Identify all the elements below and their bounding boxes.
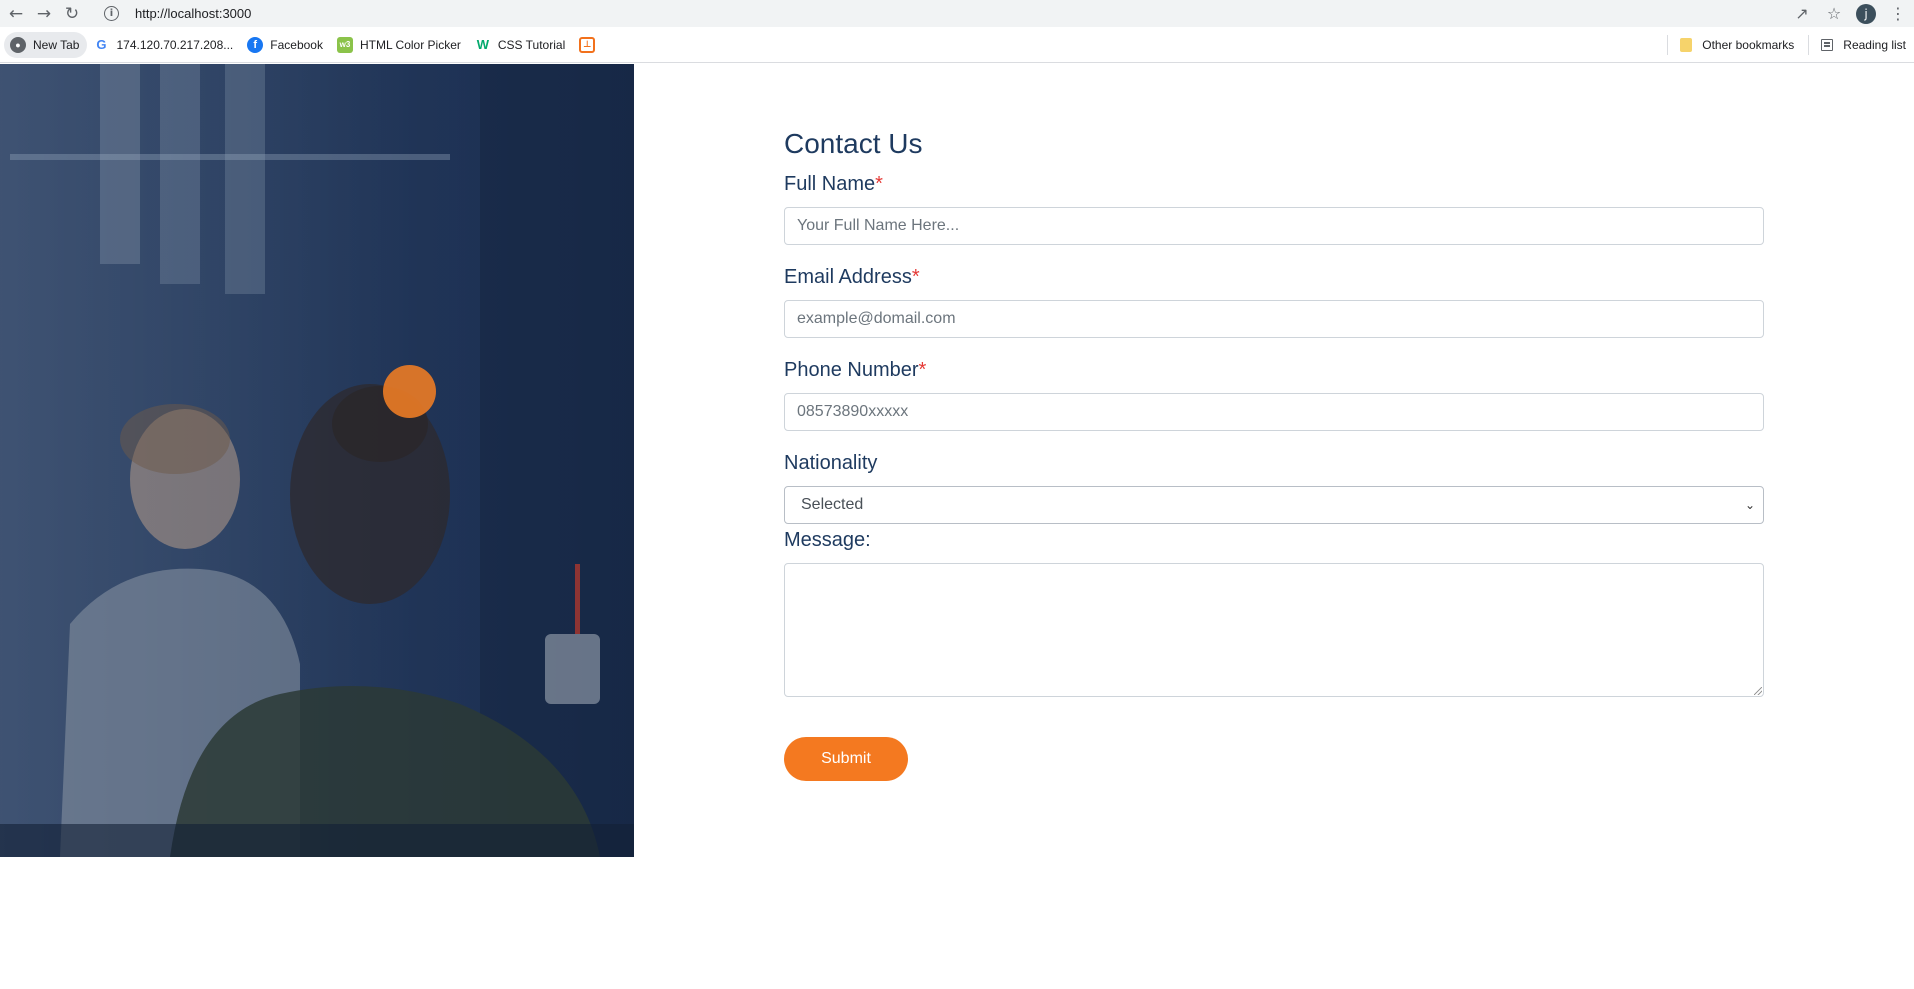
bookmark-label: Facebook xyxy=(270,37,323,52)
bookmark-label: 174.120.70.217.208... xyxy=(116,37,234,52)
share-icon[interactable]: ↗ xyxy=(1786,0,1818,27)
orange-circle-decoration xyxy=(383,365,436,418)
email-input[interactable]: example@domail.com xyxy=(784,300,1764,338)
message-label: Message: xyxy=(784,529,871,551)
phone-label-text: Phone Number xyxy=(784,359,919,381)
full-name-label-text: Full Name xyxy=(784,173,876,195)
browser-toolbar: ← → ↻ i http://localhost:3000 ↗ ☆ j ⋮ xyxy=(0,0,1914,27)
w3-icon: W xyxy=(476,37,490,52)
bookmark-divider xyxy=(1808,35,1810,55)
message-textarea[interactable] xyxy=(784,563,1764,697)
bookmark-label: CSS Tutorial xyxy=(497,37,566,52)
nationality-label: Nationality xyxy=(784,452,878,474)
forward-arrow-icon[interactable]: → xyxy=(32,2,56,26)
nationality-select[interactable]: Selected ⌄ xyxy=(784,486,1764,524)
bookmark-ip-address[interactable]: G 174.120.70.217.208... xyxy=(87,32,241,58)
hero-image xyxy=(0,64,634,857)
submit-button[interactable]: Submit xyxy=(784,737,908,781)
menu-kebab-icon[interactable]: ⋮ xyxy=(1882,0,1914,27)
new-tab-icon: ● xyxy=(10,36,26,53)
resize-handle-icon[interactable] xyxy=(1754,687,1762,695)
bookmark-css-tutorial[interactable]: W CSS Tutorial xyxy=(469,32,573,58)
profile-button[interactable]: j xyxy=(1850,0,1882,27)
bookmarks-bar: ● New Tab G 174.120.70.217.208... f Face… xyxy=(0,27,1914,63)
bookmark-codecademy[interactable]: ⊥ xyxy=(573,32,610,58)
reading-list-icon xyxy=(1821,39,1834,51)
office-scene-illustration xyxy=(0,64,634,857)
phone-input[interactable]: 08573890xxxxx xyxy=(784,393,1764,431)
bookmark-other-bookmarks[interactable]: Other bookmarks xyxy=(1674,32,1802,58)
required-asterisk: * xyxy=(911,266,920,288)
bookmark-facebook[interactable]: f Facebook xyxy=(241,32,331,58)
google-icon: G xyxy=(96,37,107,52)
codecademy-icon: ⊥ xyxy=(579,36,596,53)
full-name-placeholder: Your Full Name Here... xyxy=(797,217,960,234)
bookmark-label: Reading list xyxy=(1843,38,1906,52)
bookmark-label: New Tab xyxy=(33,37,80,52)
email-label: Email Address* xyxy=(784,265,1764,289)
bookmark-new-tab[interactable]: ● New Tab xyxy=(4,31,88,58)
bookmark-label: HTML Color Picker xyxy=(359,37,461,52)
reload-icon[interactable]: ↻ xyxy=(60,2,84,26)
phone-label: Phone Number* xyxy=(784,358,1764,382)
bookmark-html-color-picker[interactable]: w3 HTML Color Picker xyxy=(331,32,469,58)
email-placeholder: example@domail.com xyxy=(797,310,956,327)
bookmark-label: Other bookmarks xyxy=(1702,38,1795,52)
full-name-label: Full Name* xyxy=(784,172,1764,196)
address-bar[interactable]: i http://localhost:3000 xyxy=(104,2,1784,25)
nationality-selected-value: Selected xyxy=(801,496,864,513)
email-label-text: Email Address xyxy=(784,266,912,288)
required-asterisk: * xyxy=(918,359,927,381)
w3schools-icon: w3 xyxy=(336,36,353,53)
bookmark-divider xyxy=(1667,35,1669,55)
star-icon[interactable]: ☆ xyxy=(1818,0,1850,27)
folder-icon xyxy=(1680,38,1693,52)
url-text[interactable]: http://localhost:3000 xyxy=(135,6,251,21)
bookmark-reading-list[interactable]: Reading list xyxy=(1815,32,1914,58)
required-asterisk: * xyxy=(875,173,883,195)
contact-form: Contact Us Full Name* Your Full Name Her… xyxy=(784,128,1764,781)
avatar: j xyxy=(1856,3,1876,24)
back-arrow-icon[interactable]: ← xyxy=(4,2,28,26)
page-title: Contact Us xyxy=(784,128,923,159)
facebook-icon: f xyxy=(247,36,264,53)
chevron-down-icon: ⌄ xyxy=(1744,498,1755,512)
full-name-input[interactable]: Your Full Name Here... xyxy=(784,207,1764,245)
site-info-icon[interactable]: i xyxy=(104,6,119,21)
phone-placeholder: 08573890xxxxx xyxy=(797,403,909,420)
